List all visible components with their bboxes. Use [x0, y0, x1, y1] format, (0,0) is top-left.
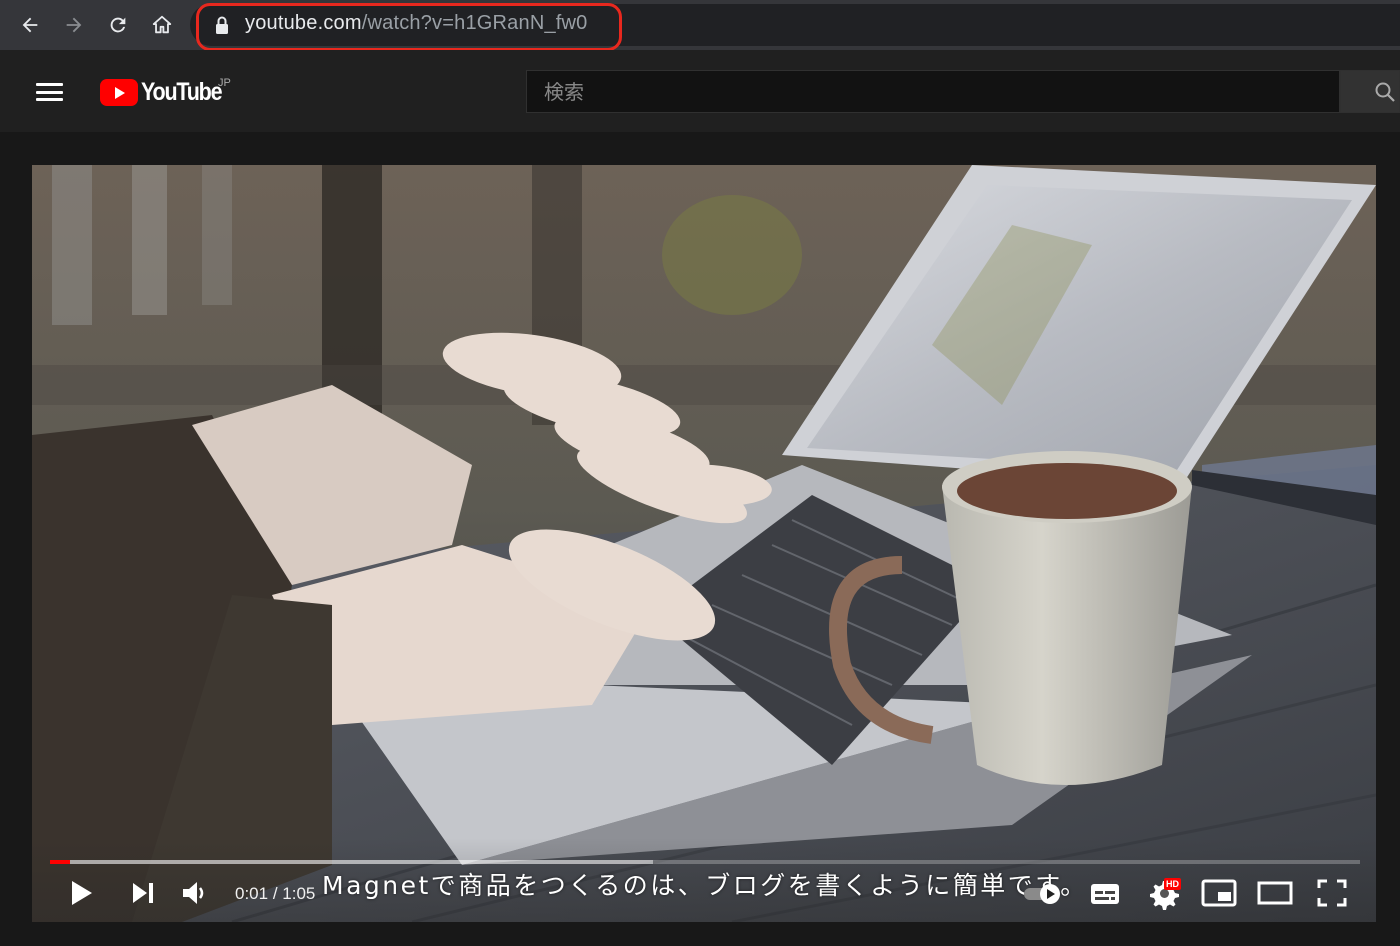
back-button[interactable] [8, 0, 52, 50]
url-path: /watch?v=h1GRanN_fw0 [361, 12, 588, 34]
menu-icon[interactable] [36, 83, 63, 101]
search-button[interactable] [1340, 70, 1400, 113]
url-text[interactable]: youtube.com/watch?v=h1GRanN_fw0 [245, 12, 588, 35]
volume-icon [183, 882, 204, 904]
subtitles-button[interactable] [1089, 880, 1121, 908]
youtube-play-logo-icon [100, 79, 138, 106]
video-player[interactable] [32, 165, 1376, 922]
fullscreen-icon [1317, 879, 1347, 907]
subtitles-icon [1091, 884, 1119, 904]
home-button[interactable] [140, 0, 184, 50]
forward-button[interactable] [52, 0, 96, 50]
progress-played [50, 860, 70, 864]
theater-mode-button[interactable] [1256, 880, 1294, 906]
search-box[interactable] [526, 70, 1340, 113]
volume-button[interactable] [180, 878, 210, 908]
miniplayer-button[interactable] [1200, 878, 1238, 908]
lock-icon [216, 16, 228, 34]
youtube-logo[interactable]: YouTube [100, 78, 234, 107]
time-total: 1:05 [282, 884, 316, 903]
reload-icon [110, 17, 126, 33]
search-icon [1375, 82, 1395, 102]
play-icon [72, 881, 92, 905]
url-host: youtube.com [245, 12, 362, 34]
theater-icon [1257, 881, 1293, 905]
next-button[interactable] [130, 880, 156, 906]
miniplayer-icon [1201, 879, 1237, 907]
youtube-header: YouTube JP [0, 50, 1400, 132]
progress-buffered [50, 860, 653, 864]
time-display: 0:01 / 1:05 [235, 884, 315, 904]
region-label: JP [218, 77, 231, 89]
arrow-left-icon [22, 17, 38, 33]
search-input[interactable] [527, 71, 1339, 112]
video-frame [32, 165, 1376, 922]
reload-button[interactable] [96, 0, 140, 50]
youtube-logo-text: YouTube [141, 78, 223, 106]
skip-next-icon [133, 883, 153, 903]
fullscreen-button[interactable] [1316, 878, 1348, 908]
play-button[interactable] [66, 878, 96, 908]
hd-badge: HD [1164, 878, 1181, 890]
home-icon [152, 15, 172, 34]
arrow-right-icon [66, 17, 82, 33]
time-current: 0:01 [235, 884, 269, 903]
time-separator: / [268, 884, 283, 903]
subtitle-caption: Magnetで商品をつくるのは、ブログを書くように簡単です。 [322, 871, 1088, 900]
autoplay-icon [1024, 884, 1060, 904]
autoplay-toggle[interactable] [1022, 882, 1066, 906]
